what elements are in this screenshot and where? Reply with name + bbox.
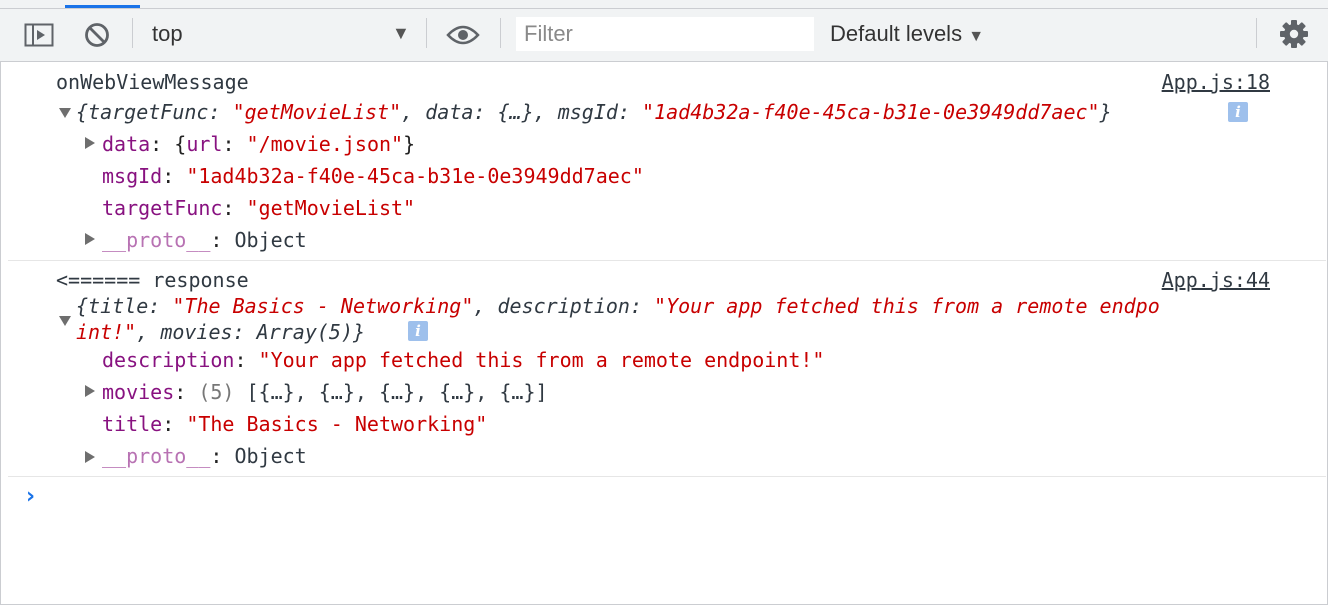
property-value: "The Basics - Networking": [186, 412, 488, 436]
chevron-down-icon: ▼: [968, 28, 985, 45]
source-link[interactable]: App.js:18: [1162, 70, 1270, 94]
summary-value: "1ad4b32a-f40e-45ca-b31e-0e3949dd7aec": [642, 100, 1100, 124]
filter-input[interactable]: [516, 17, 814, 51]
summary-value: "getMovieList": [232, 100, 402, 124]
gear-icon[interactable]: [1279, 19, 1309, 54]
object-summary-continued[interactable]: int!", movies: Array(5)}: [76, 320, 365, 344]
toolbar-separator: [426, 18, 427, 48]
devtools-tab-strip: [0, 0, 1328, 9]
property-row[interactable]: data: {url: "/movie.json"}: [102, 132, 415, 156]
context-selector[interactable]: top: [152, 21, 183, 47]
summary-key: data: [425, 100, 474, 124]
property-value: {url: "/movie.json"}: [174, 132, 416, 156]
log-levels-dropdown[interactable]: Default levels ▼: [830, 21, 984, 47]
summary-value: "Your app fetched this from a remote end…: [654, 294, 1160, 318]
active-tab-indicator: [65, 5, 140, 8]
property-key: description: [102, 348, 235, 372]
property-key: msgId: [102, 164, 163, 188]
property-row[interactable]: __proto__: Object: [102, 228, 307, 252]
summary-value: {…}: [497, 100, 534, 124]
info-icon[interactable]: i: [1228, 102, 1248, 122]
log-message-text: <====== response: [56, 268, 249, 292]
property-key: __proto__: [102, 444, 211, 468]
property-key: title: [102, 412, 163, 436]
log-levels-label: Default levels: [830, 21, 963, 46]
toolbar-separator: [500, 18, 501, 48]
array-count: (5): [198, 380, 235, 404]
info-icon[interactable]: i: [408, 321, 428, 341]
eye-icon[interactable]: [446, 25, 480, 50]
property-value: "getMovieList": [246, 196, 416, 220]
expand-triangle-icon[interactable]: [85, 385, 95, 397]
property-value: "1ad4b32a-f40e-45ca-b31e-0e3949dd7aec": [186, 164, 644, 188]
expand-triangle-icon[interactable]: [85, 233, 95, 245]
source-link[interactable]: App.js:44: [1162, 268, 1270, 292]
property-value: [{…}, {…}, {…}, {…}, {…}]: [246, 380, 548, 404]
property-key: movies: [102, 380, 175, 404]
property-row: msgId: "1ad4b32a-f40e-45ca-b31e-0e3949dd…: [102, 164, 644, 188]
console-output: onWebViewMessage App.js:18 {targetFunc: …: [0, 62, 1328, 606]
summary-key: description: [497, 294, 630, 318]
collapse-triangle-icon[interactable]: [59, 108, 71, 118]
property-row[interactable]: __proto__: Object: [102, 444, 307, 468]
summary-value: Array(5): [256, 320, 353, 344]
toolbar-separator: [132, 18, 133, 48]
property-key: data: [102, 132, 151, 156]
message-divider: [8, 476, 1326, 477]
message-divider: [8, 260, 1326, 261]
summary-key: msgId: [557, 100, 618, 124]
property-row: title: "The Basics - Networking": [102, 412, 488, 436]
property-key: __proto__: [102, 228, 211, 252]
brace: }: [1099, 100, 1112, 124]
object-summary[interactable]: {targetFunc: "getMovieList", data: {…}, …: [76, 100, 1112, 124]
summary-key: movies: [160, 320, 233, 344]
brace: {: [76, 100, 89, 124]
property-row[interactable]: movies: (5) [{…}, {…}, {…}, {…}, {…}]: [102, 380, 548, 404]
sidebar-toggle-icon[interactable]: [24, 23, 54, 52]
property-value: "Your app fetched this from a remote end…: [258, 348, 825, 372]
property-row: description: "Your app fetched this from…: [102, 348, 825, 372]
console-prompt-icon[interactable]: ›: [26, 484, 35, 509]
summary-key: title: [88, 294, 149, 318]
console-toolbar: top ▼ Default levels ▼: [0, 9, 1328, 62]
property-key: targetFunc: [102, 196, 223, 220]
clear-console-icon[interactable]: [84, 22, 110, 53]
object-summary[interactable]: {title: "The Basics - Networking", descr…: [76, 294, 1160, 318]
expand-triangle-icon[interactable]: [85, 137, 95, 149]
property-row: targetFunc: "getMovieList": [102, 196, 416, 220]
summary-key: targetFunc: [88, 100, 209, 124]
toolbar-separator: [1256, 18, 1257, 48]
dropdown-arrow-icon[interactable]: ▼: [392, 23, 410, 44]
property-value: Object: [234, 228, 307, 252]
expand-triangle-icon[interactable]: [85, 451, 95, 463]
log-message-text: onWebViewMessage: [56, 70, 249, 94]
collapse-triangle-icon[interactable]: [59, 316, 71, 326]
property-value: Object: [234, 444, 307, 468]
summary-value: "The Basics - Networking": [172, 294, 474, 318]
